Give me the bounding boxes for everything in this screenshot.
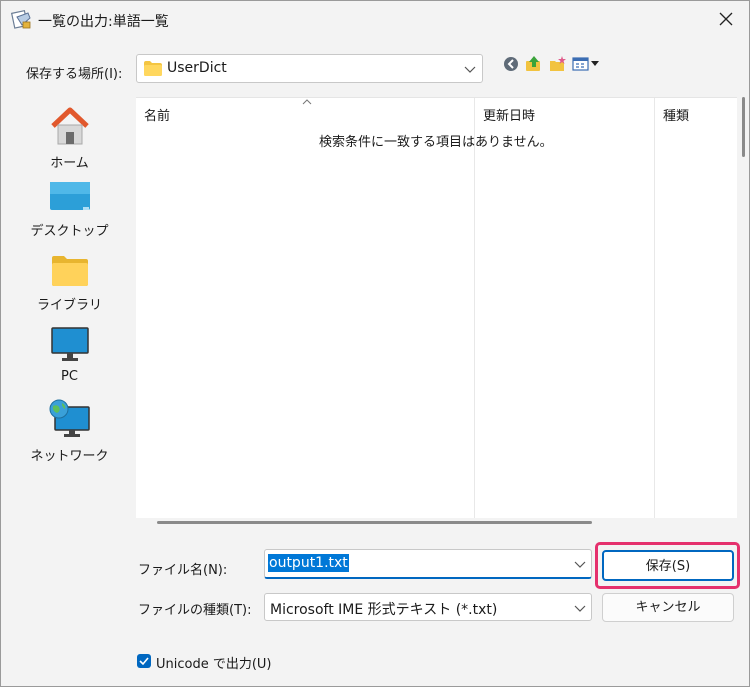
view-menu-button[interactable] xyxy=(572,54,600,74)
desktop-icon xyxy=(49,182,90,210)
chevron-down-icon[interactable] xyxy=(574,602,586,617)
save-button[interactable]: 保存(S) xyxy=(602,550,734,581)
new-folder-icon xyxy=(550,56,566,71)
filetype-value: Microsoft IME 形式テキスト (*.txt) xyxy=(270,602,498,618)
filetype-select[interactable]: Microsoft IME 形式テキスト (*.txt) xyxy=(264,593,592,621)
title-bar: 一覧の出力:単語一覧 xyxy=(1,1,749,41)
filename-value[interactable]: output1.txt xyxy=(268,554,349,572)
back-icon xyxy=(504,57,518,71)
vertical-scrollbar[interactable] xyxy=(742,97,745,157)
close-button[interactable] xyxy=(703,1,749,37)
empty-list-message: 検索条件に一致する項目はありません。 xyxy=(319,135,553,150)
place-label: ホーム xyxy=(50,156,89,171)
horizontal-scrollbar[interactable] xyxy=(157,521,592,524)
folder-icon xyxy=(144,61,162,80)
column-header-name[interactable]: 名前 xyxy=(144,105,170,124)
pc-icon xyxy=(50,327,89,361)
filetype-label: ファイルの種類(T): xyxy=(138,603,252,618)
column-header-modified[interactable]: 更新日時 xyxy=(483,105,535,124)
unicode-checkbox-label[interactable]: Unicode で出力(U) xyxy=(156,653,274,672)
chevron-down-icon[interactable] xyxy=(464,63,476,78)
place-label: ライブラリ xyxy=(36,298,102,313)
column-divider[interactable] xyxy=(654,98,655,518)
window-title: 一覧の出力:単語一覧 xyxy=(38,14,169,30)
up-folder-icon xyxy=(526,56,540,71)
unicode-checkbox[interactable] xyxy=(137,654,151,668)
place-label: PC xyxy=(61,369,78,384)
checkmark-icon xyxy=(139,657,149,666)
place-desktop[interactable]: デスクトップ xyxy=(9,180,130,239)
filename-label: ファイル名(N): xyxy=(138,563,228,578)
view-menu-icon xyxy=(572,57,599,71)
new-folder-button[interactable] xyxy=(549,54,567,74)
cancel-button[interactable]: キャンセル xyxy=(602,593,734,622)
save-location-combo[interactable]: UserDict xyxy=(136,54,483,83)
app-icon xyxy=(10,9,33,31)
place-label: ネットワーク xyxy=(30,449,109,464)
column-divider[interactable] xyxy=(474,98,475,518)
save-dialog: 一覧の出力:単語一覧 保存する場所(I): UserDict ホーム デスクトッ… xyxy=(0,0,750,687)
places-bar: ホーム デスクトップ ライブラリ PC ネットワーク xyxy=(9,96,130,631)
close-icon xyxy=(719,12,733,26)
library-folder-icon xyxy=(51,256,88,286)
chevron-down-icon[interactable] xyxy=(574,558,586,573)
place-pc[interactable]: PC xyxy=(9,327,130,384)
column-header-type[interactable]: 種類 xyxy=(663,105,689,124)
home-icon xyxy=(50,107,89,145)
up-folder-button[interactable] xyxy=(525,54,543,74)
place-home[interactable]: ホーム xyxy=(9,106,130,171)
save-location-label: 保存する場所(I): xyxy=(26,67,123,82)
sort-ascending-icon xyxy=(302,99,312,105)
network-icon xyxy=(49,399,90,437)
save-location-value: UserDict xyxy=(167,60,227,76)
place-label: デスクトップ xyxy=(30,224,109,239)
place-network[interactable]: ネットワーク xyxy=(9,399,130,464)
back-button[interactable] xyxy=(503,54,519,74)
filename-input[interactable]: output1.txt xyxy=(264,549,592,579)
file-list[interactable]: 名前 更新日時 種類 検索条件に一致する項目はありません。 xyxy=(136,97,737,518)
place-library[interactable]: ライブラリ xyxy=(9,254,130,313)
